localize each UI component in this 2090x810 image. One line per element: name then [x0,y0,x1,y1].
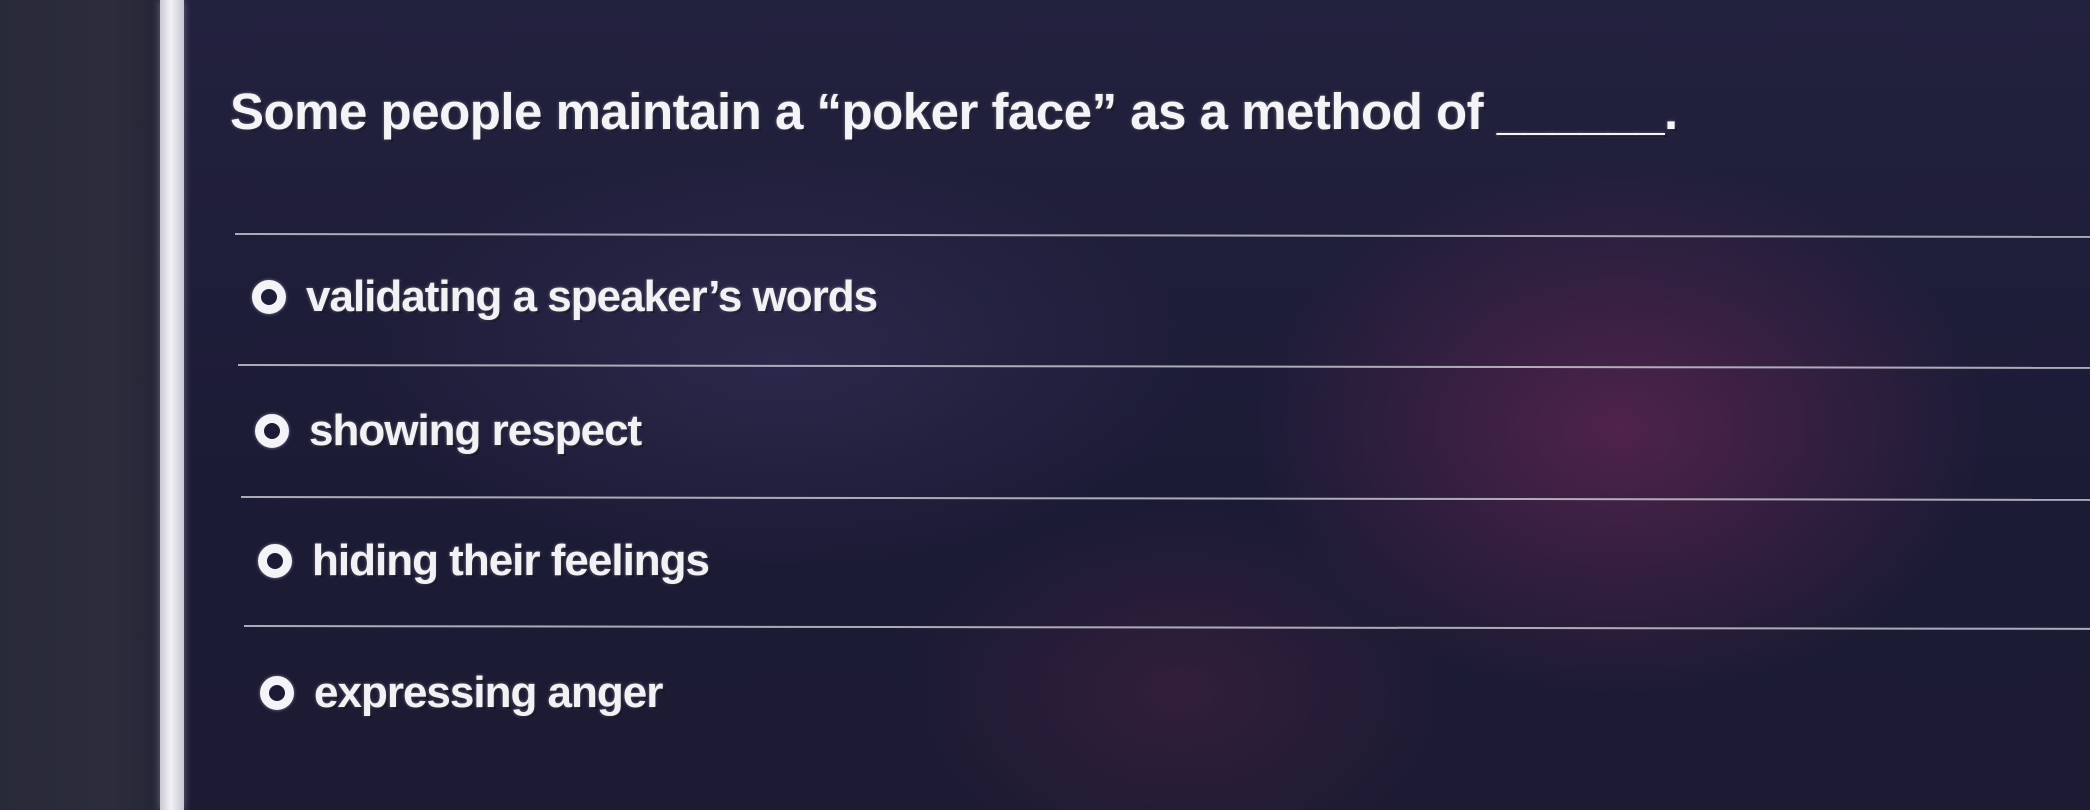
radio-button[interactable] [260,676,294,710]
answer-option-validating[interactable]: validating a speaker’s words [252,257,878,337]
option-label: validating a speaker’s words [306,272,878,321]
radio-button[interactable] [255,414,289,448]
answer-option-showing-respect[interactable]: showing respect [255,391,642,471]
radio-button[interactable] [258,544,292,578]
question-left-border [160,0,184,810]
option-label: hiding their feelings [312,536,710,585]
answer-option-expressing-anger[interactable]: expressing anger [260,653,663,733]
option-label: showing respect [309,406,642,455]
question-text: Some people maintain a “poker face” as a… [230,83,1678,140]
radio-button[interactable] [252,280,286,314]
answer-option-hiding-feelings[interactable]: hiding their feelings [258,521,710,601]
option-label: expressing anger [314,668,663,717]
left-bezel [0,0,160,810]
